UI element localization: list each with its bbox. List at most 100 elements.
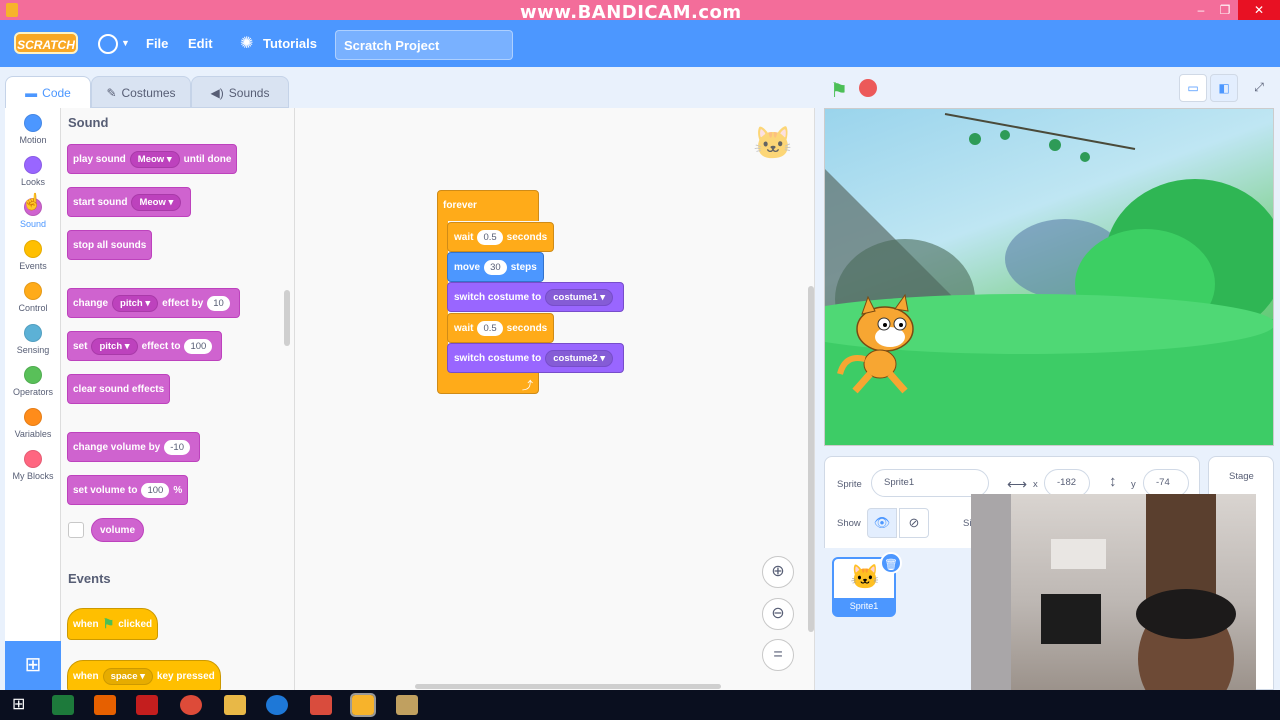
- block-set-effect[interactable]: set pitch ▾ effect to 100: [67, 331, 223, 361]
- block-text: effect to: [141, 340, 181, 352]
- effect-dropdown[interactable]: pitch ▾: [91, 337, 138, 355]
- small-stage-button[interactable]: ▭: [1179, 74, 1207, 102]
- block-when-flag-clicked[interactable]: when ⚑ clicked: [67, 608, 159, 640]
- excel-icon[interactable]: [52, 695, 74, 715]
- block-text: wait: [454, 231, 474, 243]
- language-globe-icon[interactable]: [98, 34, 118, 54]
- block-when-key-pressed[interactable]: when space ▾ key pressed: [67, 660, 221, 690]
- costume-dropdown[interactable]: costume1 ▾: [545, 288, 614, 306]
- firefox-icon[interactable]: [94, 695, 116, 715]
- number-input[interactable]: 10: [207, 295, 230, 311]
- switch-costume-block[interactable]: switch costume to costume2 ▾: [447, 343, 625, 373]
- block-text: clicked: [118, 618, 153, 630]
- cat-thumbnail-icon: 🐱: [850, 564, 880, 591]
- effect-dropdown[interactable]: pitch ▾: [112, 294, 159, 312]
- switch-costume-block[interactable]: switch costume to costume1 ▾: [447, 282, 625, 312]
- maximize-button[interactable]: ❐: [1210, 0, 1240, 20]
- mouse-pointer-icon: ☝: [22, 194, 42, 211]
- category-sensing[interactable]: Sensing: [5, 324, 61, 355]
- delete-sprite-icon[interactable]: 🗑: [880, 552, 902, 574]
- x-position-input[interactable]: -182: [1044, 469, 1090, 497]
- chrome-icon[interactable]: [180, 695, 202, 715]
- number-input[interactable]: 30: [484, 259, 507, 275]
- stop-button[interactable]: [859, 79, 877, 97]
- block-text: volume: [100, 524, 136, 536]
- y-position-input[interactable]: -74: [1143, 469, 1189, 497]
- edit-menu[interactable]: Edit: [188, 36, 213, 51]
- block-change-effect[interactable]: change pitch ▾ effect by 10: [67, 288, 240, 318]
- zoom-in-button[interactable]: ⊕: [762, 556, 794, 588]
- app-icon[interactable]: [396, 695, 418, 715]
- tutorials-menu[interactable]: Tutorials: [263, 36, 317, 51]
- category-control[interactable]: Control: [5, 282, 61, 313]
- category-looks[interactable]: Looks: [5, 156, 61, 187]
- block-change-volume[interactable]: change volume by -10: [67, 432, 200, 462]
- tab-sounds[interactable]: ◀) Sounds: [191, 76, 289, 108]
- number-input[interactable]: 100: [141, 482, 170, 498]
- fullscreen-button[interactable]: ⤢: [1245, 74, 1273, 102]
- category-variables[interactable]: Variables: [5, 408, 61, 439]
- show-visible-button[interactable]: 👁: [867, 508, 897, 538]
- windows-taskbar: ⊞: [0, 690, 1280, 720]
- wait-block[interactable]: wait 0.5 seconds: [447, 313, 555, 343]
- tab-costumes[interactable]: ✎ Costumes: [91, 76, 191, 108]
- dropdown-value: space: [110, 670, 138, 682]
- scratch-logo[interactable]: SCRATCH: [14, 32, 78, 54]
- file-menu[interactable]: File: [146, 36, 168, 51]
- add-extension-button[interactable]: ⊞: [5, 641, 61, 690]
- block-text: clear sound effects: [73, 383, 165, 395]
- sound-dropdown[interactable]: Meow ▾: [129, 150, 180, 168]
- category-motion[interactable]: Motion: [5, 114, 61, 145]
- jungle-backdrop: [825, 113, 1273, 445]
- block-text: move: [454, 261, 481, 273]
- number-input[interactable]: 0.5: [477, 320, 503, 336]
- lightbulb-icon: ✺: [240, 35, 254, 52]
- move-steps-block[interactable]: move 30 steps: [447, 252, 544, 282]
- bandicam-icon[interactable]: [310, 695, 332, 715]
- block-text: seconds: [506, 322, 548, 334]
- stage-canvas[interactable]: [824, 108, 1274, 446]
- volume-monitor-checkbox[interactable]: [68, 522, 84, 538]
- script-horizontal-scrollbar[interactable]: [415, 684, 721, 689]
- palette-scrollbar[interactable]: [284, 290, 290, 346]
- block-start-sound[interactable]: start sound Meow ▾: [67, 187, 192, 217]
- block-text: %: [173, 484, 183, 496]
- category-label: Sensing: [16, 345, 50, 355]
- script-area[interactable]: 🐱 forever ⤴ wait 0.5 seconds move 30 ste…: [295, 108, 815, 690]
- wait-block[interactable]: wait 0.5 seconds: [447, 222, 555, 252]
- green-flag-button[interactable]: ⚑: [830, 78, 848, 103]
- large-stage-button[interactable]: ◧: [1210, 74, 1238, 102]
- close-button[interactable]: ✕: [1238, 0, 1280, 20]
- number-input[interactable]: -10: [164, 439, 190, 455]
- tab-code[interactable]: ▬ Code: [5, 76, 91, 108]
- block-set-volume[interactable]: set volume to 100 %: [67, 475, 189, 505]
- chevron-down-icon: ▼: [121, 38, 130, 48]
- webcam-video: [971, 494, 1241, 710]
- speaker-icon: ◀): [210, 86, 224, 100]
- zoom-out-button[interactable]: ⊖: [762, 598, 794, 630]
- number-input[interactable]: 0.5: [477, 229, 503, 245]
- project-title-input[interactable]: Scratch Project: [335, 30, 513, 60]
- category-operators[interactable]: Operators: [5, 366, 61, 397]
- number-input[interactable]: 100: [184, 338, 213, 354]
- costume-dropdown[interactable]: costume2 ▾: [545, 349, 614, 367]
- sound-dropdown[interactable]: Meow ▾: [131, 193, 182, 211]
- block-stop-all-sounds[interactable]: stop all sounds: [67, 230, 153, 260]
- category-label: Variables: [14, 429, 52, 439]
- scratch-app-icon[interactable]: [350, 693, 376, 717]
- block-clear-sound-effects[interactable]: clear sound effects: [67, 374, 171, 404]
- acrobat-icon[interactable]: [136, 695, 158, 715]
- block-play-sound-until-done[interactable]: play sound Meow ▾ until done: [67, 144, 238, 174]
- category-events[interactable]: Events: [5, 240, 61, 271]
- script-vertical-scrollbar[interactable]: [808, 286, 814, 632]
- dropdown-value: pitch: [120, 297, 143, 309]
- hide-sprite-button[interactable]: ⊘: [899, 508, 929, 538]
- internet-explorer-icon[interactable]: [266, 695, 288, 715]
- sprite-name-input[interactable]: Sprite1: [871, 469, 989, 497]
- key-dropdown[interactable]: space ▾: [102, 667, 153, 685]
- zoom-reset-button[interactable]: =: [762, 639, 794, 671]
- block-volume-reporter[interactable]: volume: [91, 518, 145, 542]
- category-my-blocks[interactable]: My Blocks: [5, 450, 61, 481]
- windows-start-icon[interactable]: ⊞: [12, 694, 34, 714]
- file-explorer-icon[interactable]: [224, 695, 246, 715]
